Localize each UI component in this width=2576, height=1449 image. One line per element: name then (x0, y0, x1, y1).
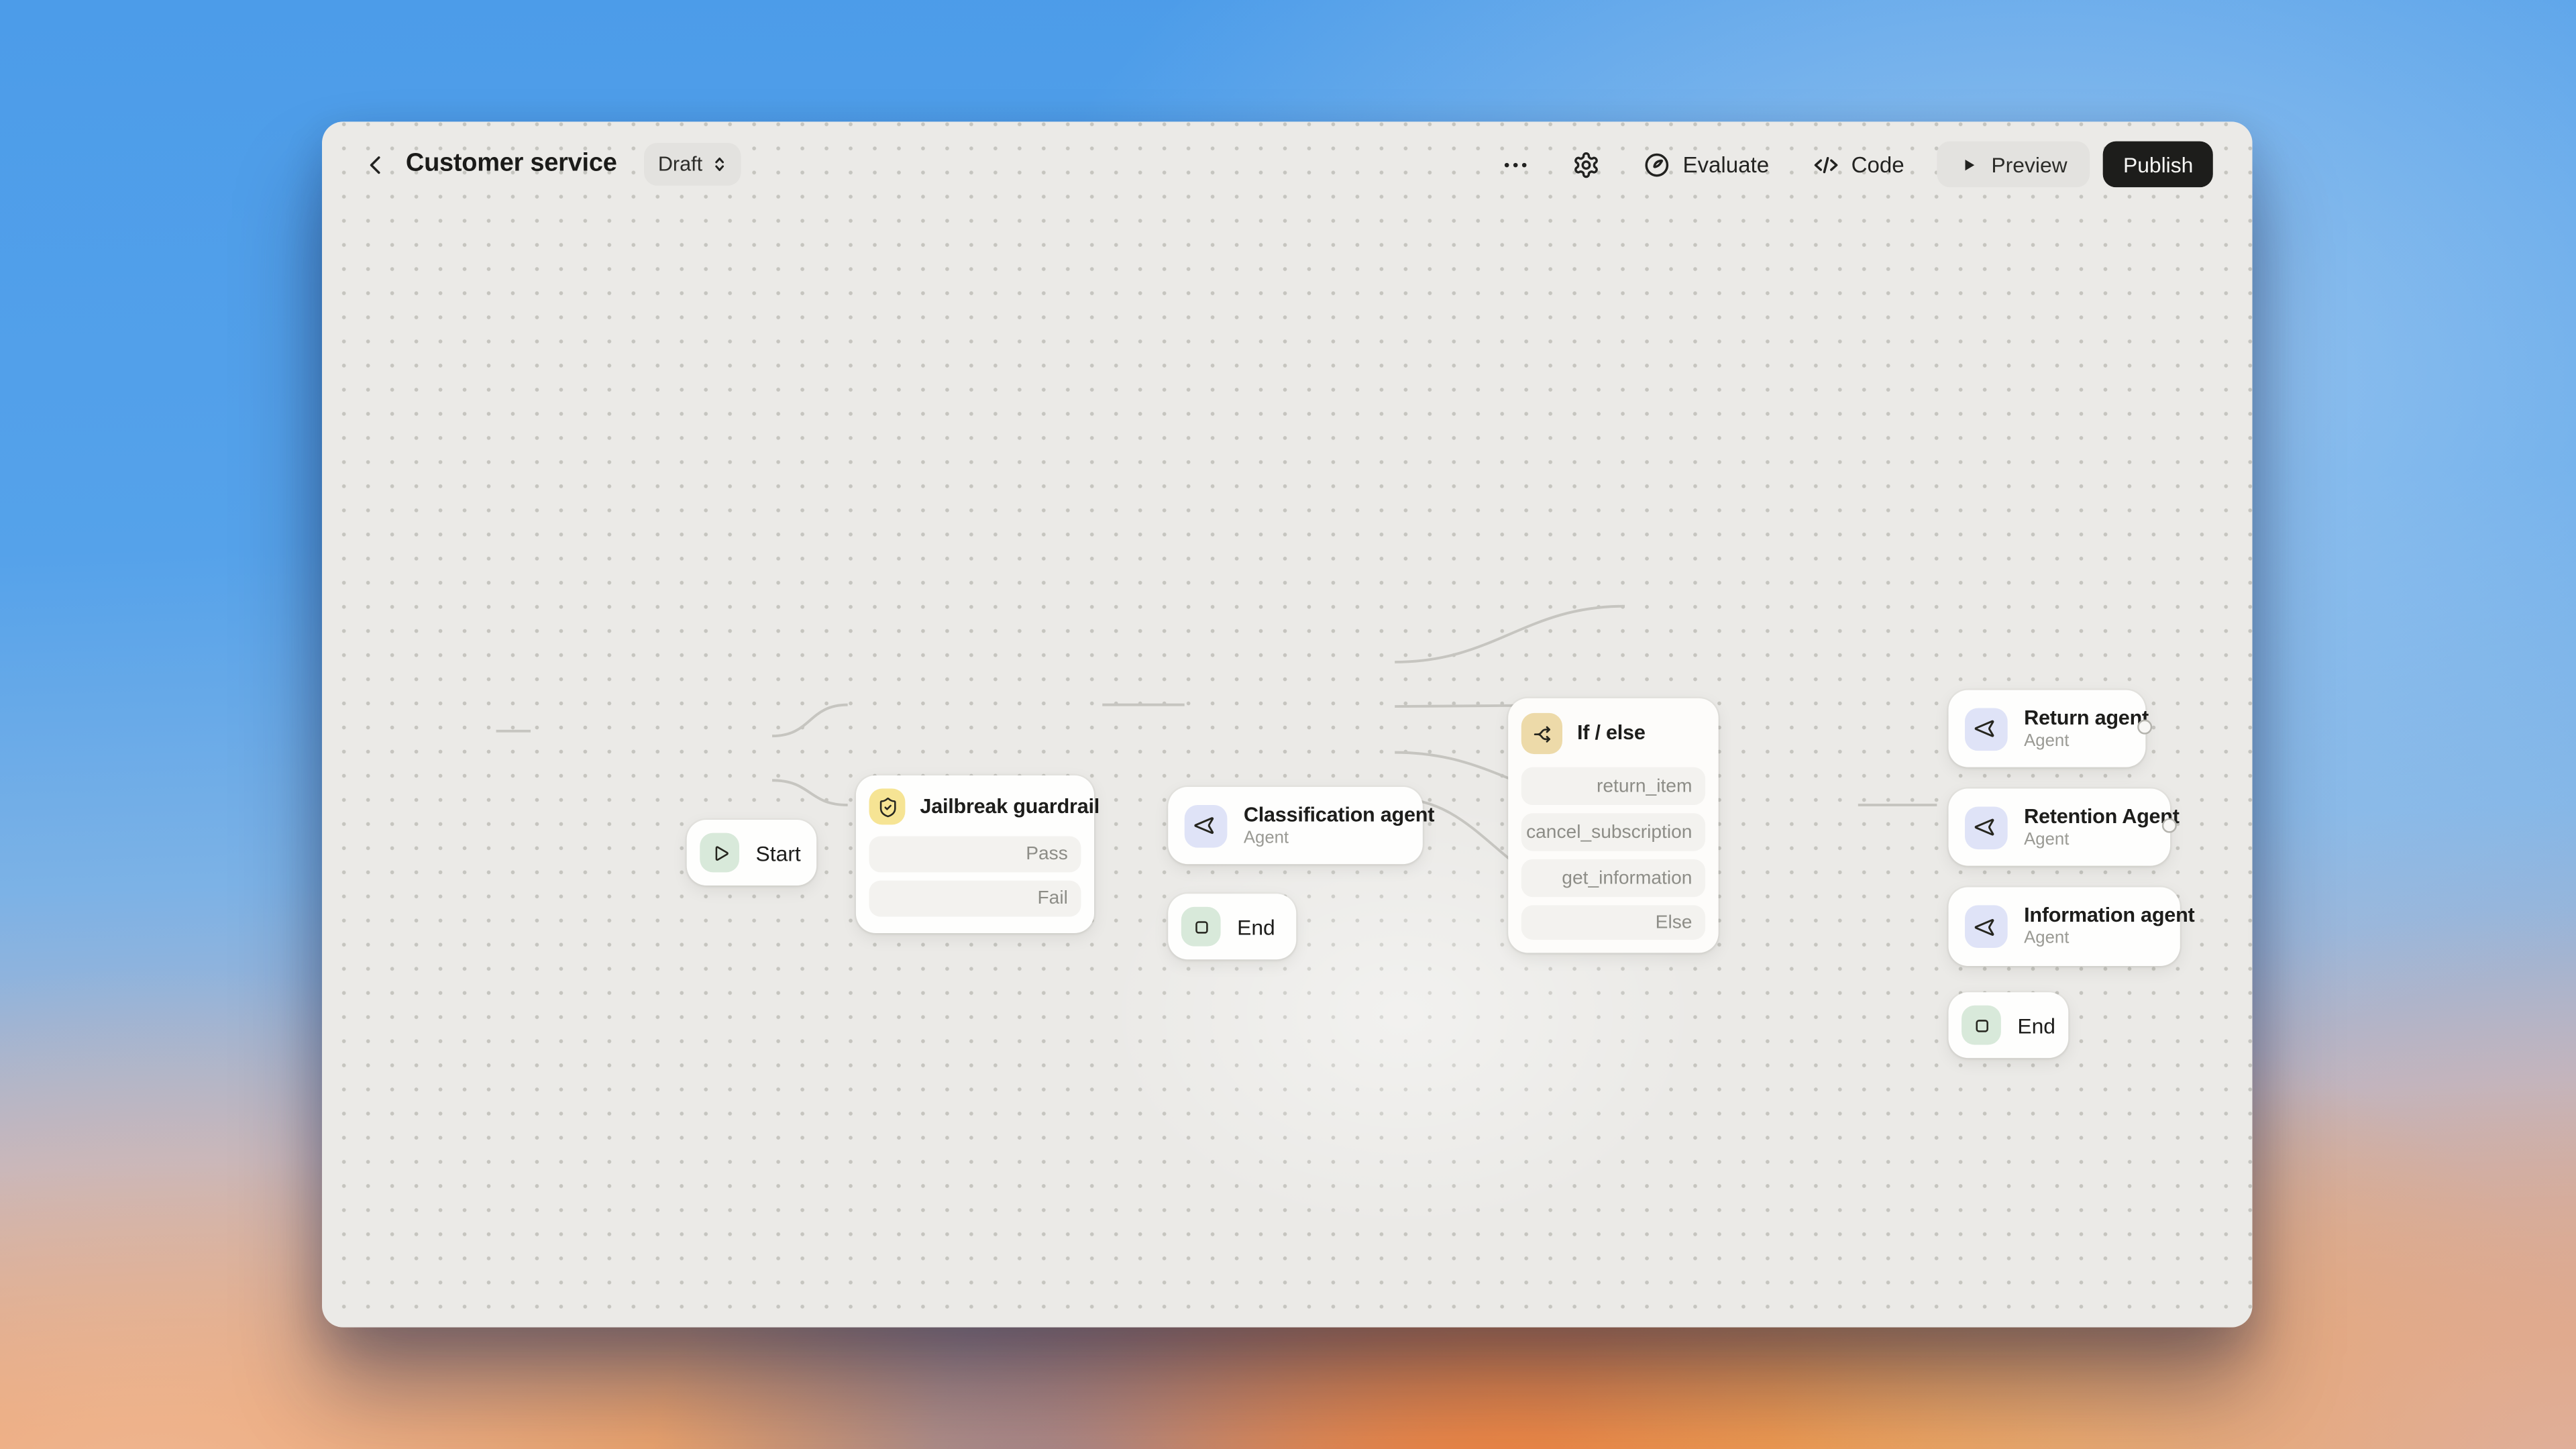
node-subtitle: Agent (2024, 731, 2149, 752)
edge-jailbreak-fail-to-end (772, 780, 848, 805)
branch-cancel-subscription[interactable]: cancel_subscription (1521, 813, 1705, 851)
cursor-icon (1965, 905, 2008, 948)
output-port[interactable] (2162, 818, 2177, 833)
branch-else[interactable]: Else (1521, 905, 1705, 939)
node-retention-agent[interactable]: Retention Agent Agent (1948, 789, 2170, 866)
node-jailbreak-guardrail[interactable]: Jailbreak guardrail Pass Fail (856, 775, 1094, 933)
node-label: End (2017, 1013, 2055, 1038)
node-end-top[interactable]: End (1168, 894, 1296, 959)
branch-icon (1521, 713, 1562, 754)
branch-get-information[interactable]: get_information (1521, 859, 1705, 897)
play-icon (700, 833, 739, 873)
cursor-icon (1965, 707, 2008, 750)
node-title: Jailbreak guardrail (920, 794, 1099, 819)
node-if-else[interactable]: If / else return_item cancel_subscriptio… (1508, 698, 1718, 953)
node-subtitle: Agent (2024, 928, 2194, 950)
shield-check-icon (869, 789, 906, 825)
node-title: Retention Agent (2024, 804, 2180, 829)
agent-builder-window: Customer service Draft Evaluate Code (322, 121, 2253, 1328)
node-start[interactable]: Start (687, 820, 816, 885)
output-pass[interactable]: Pass (869, 837, 1081, 873)
stop-icon (1181, 907, 1221, 947)
output-port[interactable] (2137, 720, 2152, 735)
desktop: Customer service Draft Evaluate Code (0, 0, 2576, 1449)
node-label: End (1237, 914, 1275, 939)
cursor-icon (1185, 804, 1228, 847)
branch-return-item[interactable]: return_item (1521, 767, 1705, 805)
node-label: Start (756, 841, 801, 865)
workflow-canvas[interactable]: Start Jailbreak guardrail Pass Fail (322, 121, 2253, 1328)
node-title: Classification agent (1244, 802, 1434, 827)
node-end-bottom[interactable]: End (1948, 992, 2068, 1058)
node-subtitle: Agent (2024, 829, 2180, 851)
stop-icon (1962, 1006, 2001, 1045)
cursor-icon (1965, 806, 2008, 849)
node-subtitle: Agent (1244, 827, 1434, 849)
node-title: If / else (1577, 721, 1646, 746)
node-classification-agent[interactable]: Classification agent Agent (1168, 787, 1423, 864)
node-title: Return agent (2024, 706, 2149, 731)
node-return-agent[interactable]: Return agent Agent (1948, 690, 2145, 767)
edge-jailbreak-pass-to-classification (772, 705, 848, 737)
node-information-agent[interactable]: Information agent Agent (1948, 887, 2180, 966)
output-fail[interactable]: Fail (869, 881, 1081, 917)
edge-return-item-to-return-agent (1395, 606, 1625, 662)
node-title: Information agent (2024, 904, 2194, 928)
